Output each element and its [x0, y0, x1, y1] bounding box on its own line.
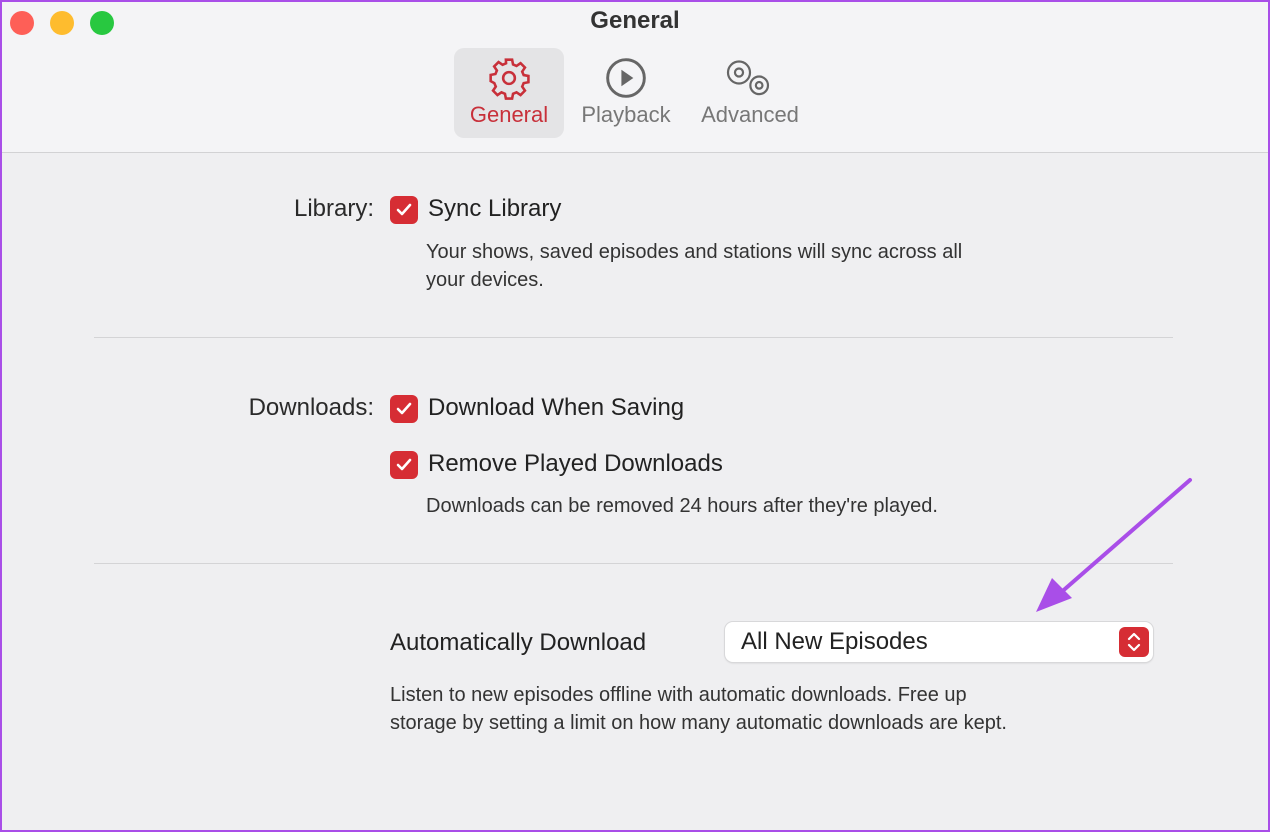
- downloads-description: Downloads can be removed 24 hours after …: [426, 495, 938, 517]
- tab-playback[interactable]: Playback: [572, 48, 680, 138]
- remove-played-downloads-label: Remove Played Downloads: [428, 450, 723, 477]
- description-line: storage by setting a limit on how many a…: [390, 712, 1007, 734]
- library-description: Your shows, saved episodes and stations …: [426, 238, 962, 294]
- checkmark-icon: [396, 458, 412, 471]
- gear-icon: [489, 58, 530, 100]
- preferences-window: General General Playback Advanced Librar…: [2, 2, 1268, 830]
- tab-label: Advanced: [701, 102, 799, 127]
- chevron-up-down-icon[interactable]: [1119, 627, 1149, 657]
- tab-label: Playback: [581, 102, 671, 127]
- auto-download-description: Listen to new episodes offline with auto…: [390, 681, 1007, 737]
- sync-library-checkbox[interactable]: [390, 196, 418, 224]
- tab-label: General: [469, 102, 549, 127]
- annotation-arrow-icon: [1036, 478, 1192, 612]
- description-line: Listen to new episodes offline with auto…: [390, 684, 967, 706]
- tab-general[interactable]: General: [454, 48, 564, 138]
- tab-advanced[interactable]: Advanced: [690, 48, 810, 138]
- select-value: All New Episodes: [741, 628, 928, 655]
- library-label: Library:: [293, 195, 374, 222]
- toolbar: General General Playback Advanced: [2, 2, 1268, 153]
- checkmark-icon: [396, 402, 412, 415]
- remove-played-downloads-checkbox[interactable]: [390, 451, 418, 479]
- gears-icon: [726, 60, 770, 96]
- auto-download-label: Automatically Download: [390, 629, 647, 656]
- description-line: Your shows, saved episodes and stations …: [426, 241, 963, 263]
- sync-library-label: Sync Library: [428, 195, 562, 222]
- divider: [94, 337, 1173, 338]
- play-circle-icon: [606, 58, 646, 98]
- downloads-label: Downloads:: [248, 394, 374, 421]
- download-when-saving-checkbox[interactable]: [390, 395, 418, 423]
- window-title: General: [590, 7, 680, 34]
- auto-download-select[interactable]: All New Episodes: [725, 622, 1153, 662]
- download-when-saving-label: Download When Saving: [428, 394, 685, 421]
- checkmark-icon: [396, 203, 412, 216]
- divider: [94, 563, 1173, 564]
- description-line: your devices.: [426, 269, 544, 291]
